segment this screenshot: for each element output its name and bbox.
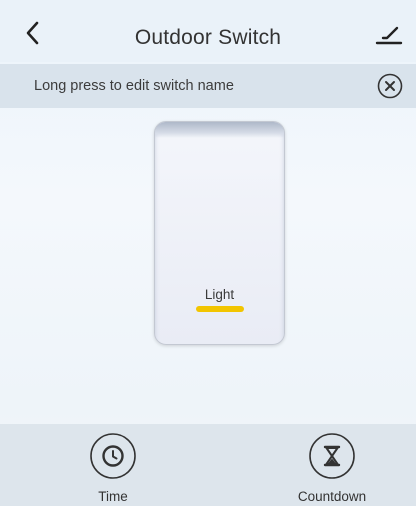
page-title: Outdoor Switch: [134, 26, 282, 49]
time-label: Time: [98, 489, 128, 504]
light-switch-button[interactable]: Light: [154, 121, 285, 345]
hint-banner: Long press to edit switch name: [0, 64, 416, 108]
switch-status-indicator: [196, 306, 244, 312]
countdown-label: Countdown: [297, 489, 367, 504]
bottom-toolbar: Time Countdown: [0, 424, 416, 506]
hint-text: Long press to edit switch name: [34, 78, 234, 94]
close-circle-icon: [377, 73, 403, 99]
time-button[interactable]: Time: [63, 432, 163, 506]
switch-rim: [155, 122, 284, 138]
clock-icon: [90, 433, 136, 479]
app-screen: Outdoor Switch Long press to edit switch…: [0, 0, 416, 506]
edit-button[interactable]: [374, 22, 404, 48]
banner-close-button[interactable]: [377, 73, 403, 99]
hourglass-icon: [309, 433, 355, 479]
header-bar: Outdoor Switch: [0, 0, 416, 62]
edit-icon: [375, 26, 403, 45]
countdown-button[interactable]: Countdown: [282, 432, 382, 506]
switch-label: Light: [204, 287, 235, 302]
